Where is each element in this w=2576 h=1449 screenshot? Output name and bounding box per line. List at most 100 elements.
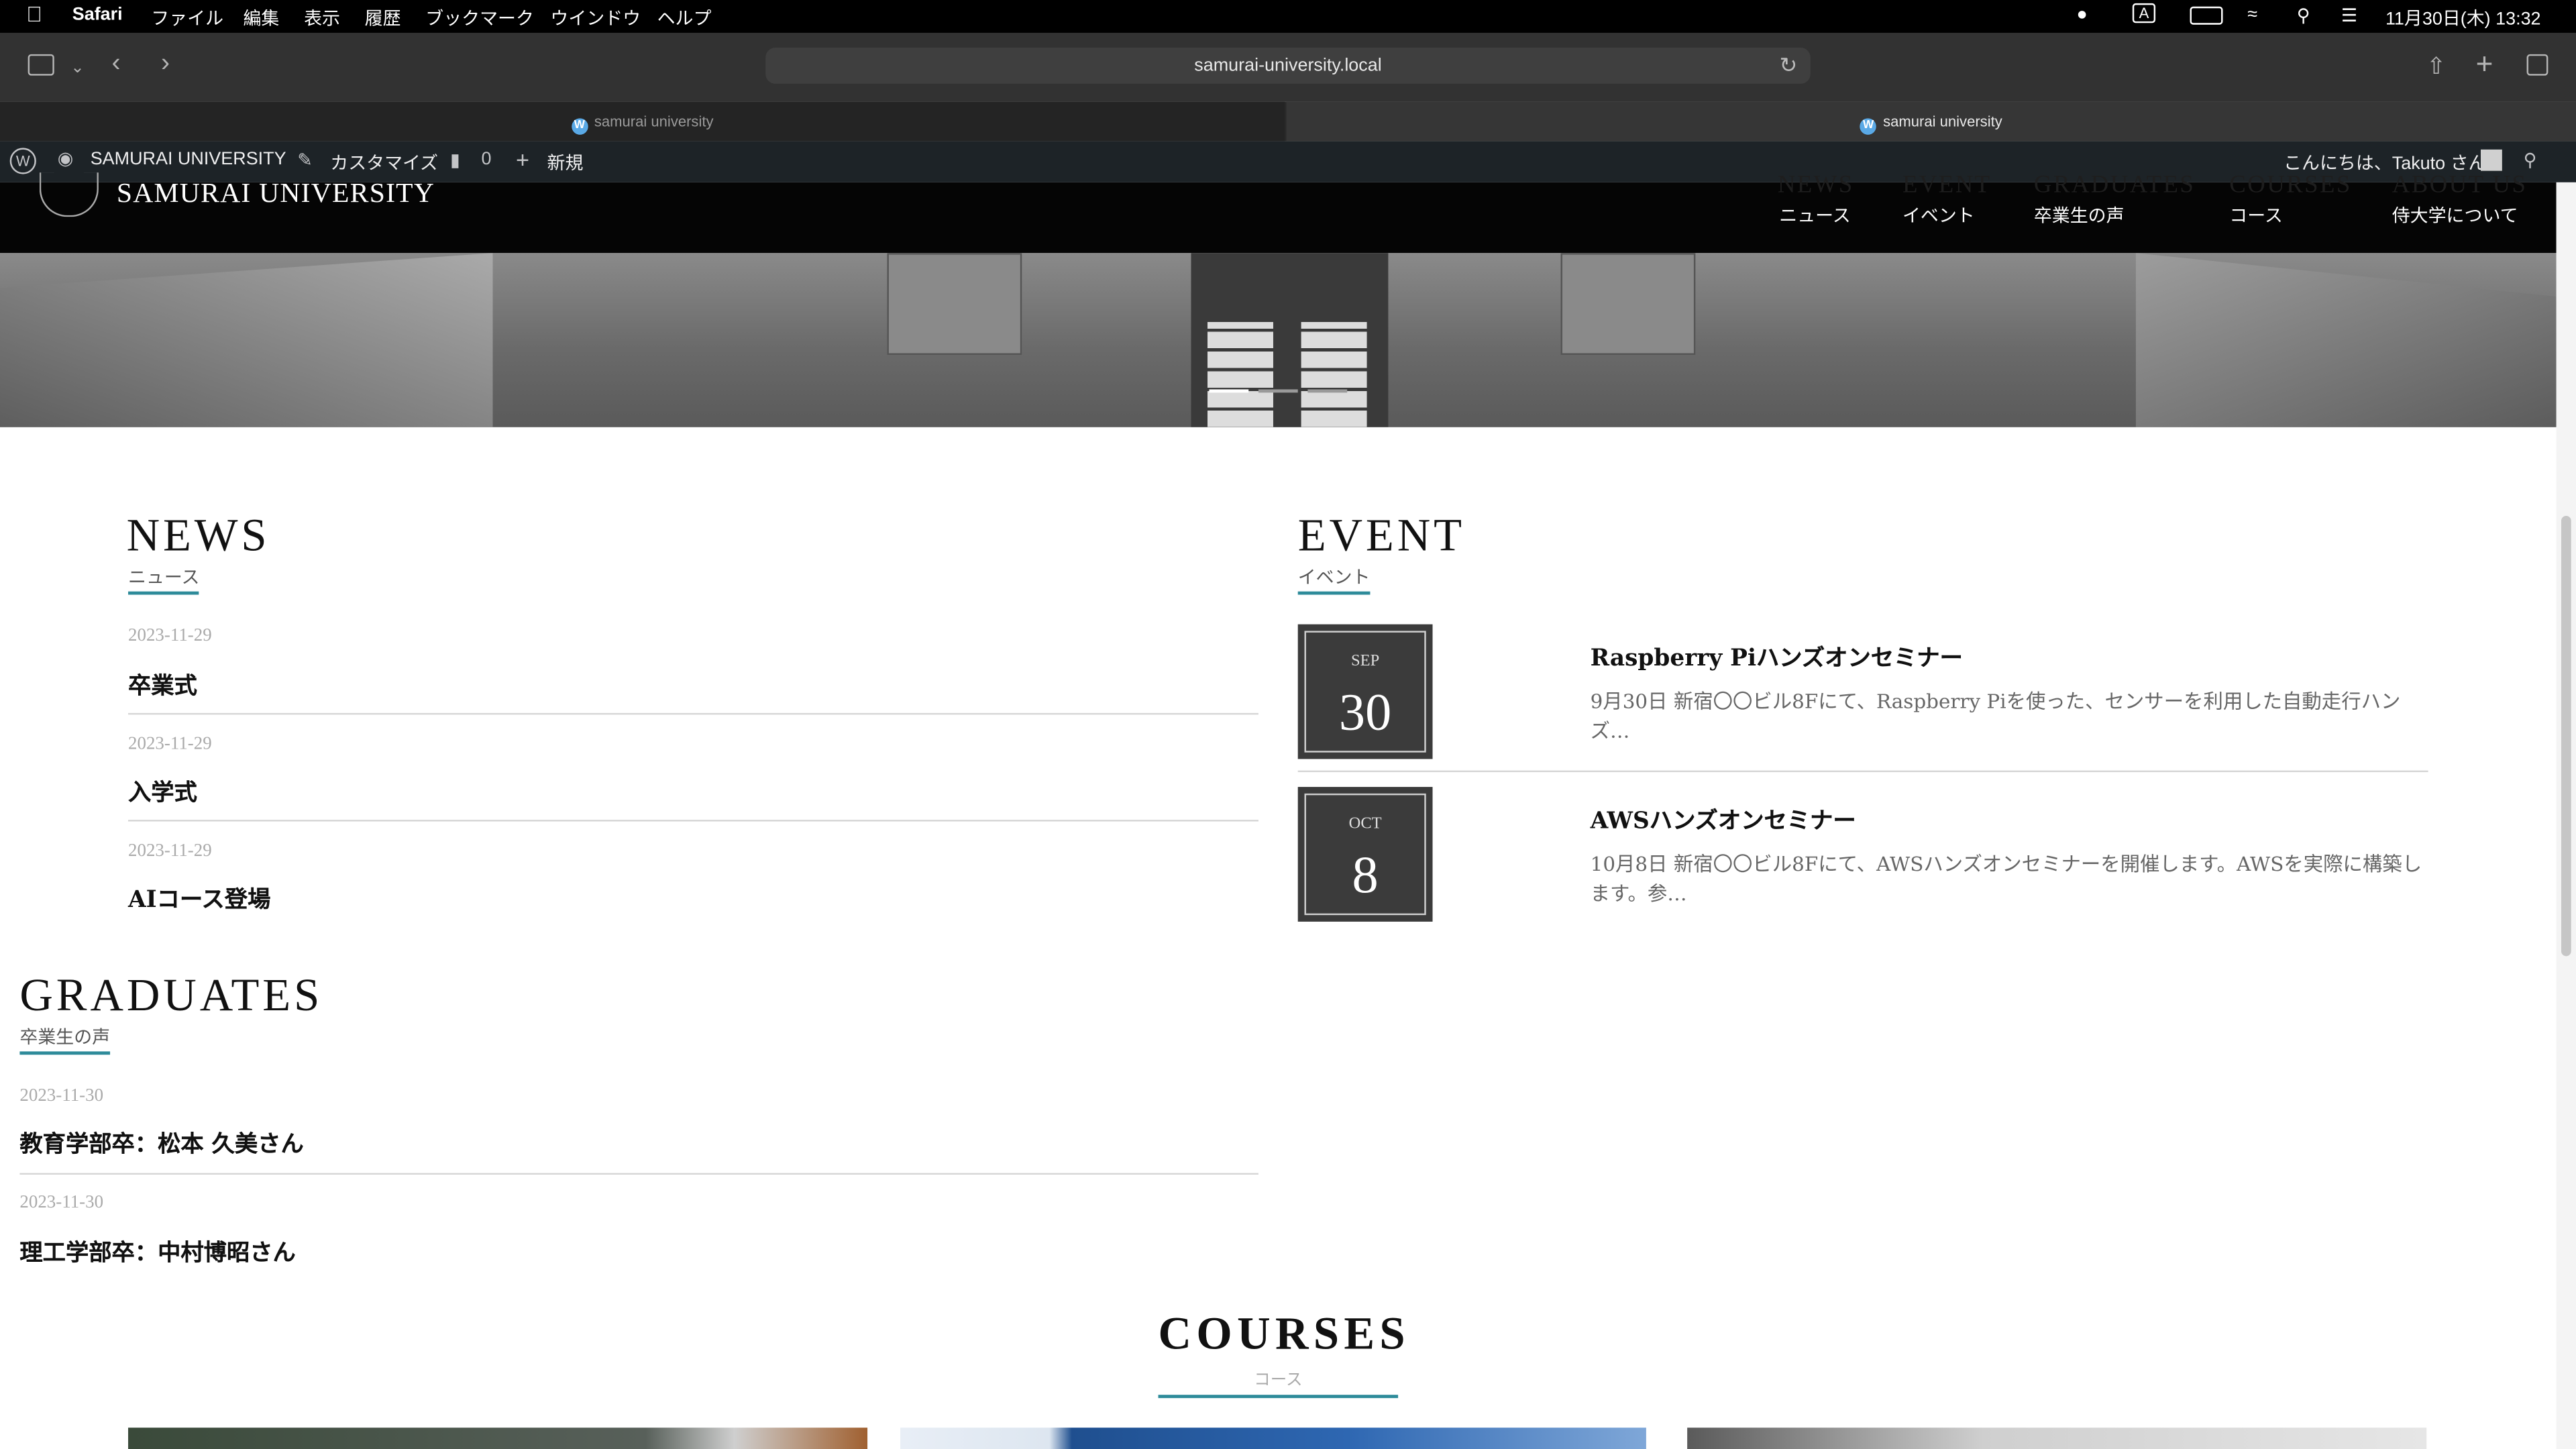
nav-news[interactable]: ニュース	[1779, 202, 1850, 228]
nav-graduates-en: GRADUATES	[2033, 172, 2196, 199]
news-divider	[128, 712, 1258, 715]
tab-2-active[interactable]: Wsamurai university	[1286, 101, 2576, 142]
event-item-desc: 10月8日 新宿〇〇ビル8Fにて、AWSハンズオンセミナーを開催します。AWSを…	[1590, 853, 2422, 906]
admin-customize[interactable]: カスタマイズ	[330, 150, 438, 176]
reload-icon[interactable]: ↻	[1779, 48, 1797, 84]
address-bar[interactable]: samurai-university.local ↻	[765, 48, 1811, 84]
hero-slider[interactable]	[0, 253, 2557, 427]
menu-app-name[interactable]: Safari	[72, 5, 123, 24]
avatar[interactable]	[2480, 149, 2502, 171]
news-section-title: NEWS	[126, 511, 270, 562]
tab-1[interactable]: Wsamurai university	[0, 101, 1285, 142]
address-bar-text: samurai-university.local	[1194, 56, 1382, 76]
page-scrollbar-thumb[interactable]	[2561, 515, 2571, 957]
event-date-frame: SEP 30	[1304, 631, 1426, 753]
graduates-section-title: GRADUATES	[19, 971, 323, 1022]
slider-dot-2[interactable]	[1258, 389, 1298, 393]
graduate-item-title[interactable]: 理工学部卒：中村博昭さん	[19, 1236, 295, 1269]
news-item-date: 2023-11-29	[128, 841, 212, 861]
hero-door-glass-left	[1208, 322, 1273, 427]
wordpress-logo-icon[interactable]: W	[9, 148, 36, 174]
courses-section-title: COURSES	[1158, 1309, 1410, 1360]
admin-site-name[interactable]: SAMURAI UNIVERSITY	[91, 150, 286, 169]
event-date-box[interactable]: OCT 8	[1297, 787, 1433, 922]
nav-event-en: EVENT	[1902, 172, 1992, 199]
event-item-title[interactable]: AWSハンズオンセミナー	[1591, 804, 1856, 837]
brush-icon: ✎	[297, 151, 313, 171]
hero-window-right	[1560, 253, 1696, 355]
control-center-icon[interactable]: ☰	[2341, 5, 2357, 26]
news-item-title[interactable]: 入学式	[128, 775, 197, 808]
event-divider	[1297, 770, 2428, 773]
macos-menu-bar:  Safari ファイル 編集 表示 履歴 ブックマーク ウインドウ ヘルプ …	[0, 0, 2576, 33]
dashboard-icon[interactable]: ◉	[58, 148, 74, 169]
admin-search-icon[interactable]: ⚲	[2524, 150, 2537, 170]
menu-view[interactable]: 表示	[304, 5, 340, 31]
menu-help[interactable]: ヘルプ	[657, 5, 712, 31]
event-item-title[interactable]: Raspberry Piハンズオンセミナー	[1591, 641, 1963, 674]
menu-edit[interactable]: 編集	[243, 5, 279, 31]
event-section-subtitle: イベント	[1297, 567, 1371, 595]
course-card-2[interactable]	[900, 1428, 1646, 1449]
nav-about-en: ABOUT US	[2392, 172, 2528, 199]
courses-section-subtitle: コース	[1158, 1365, 1399, 1399]
course-card-3[interactable]	[1687, 1428, 2427, 1449]
tab-bar: Wsamurai university Wsamurai university	[0, 101, 2576, 142]
nav-courses-en: COURSES	[2229, 172, 2352, 199]
nav-news-en: NEWS	[1777, 172, 1854, 199]
plus-icon: +	[515, 146, 530, 173]
browser-toolbar: ⌄ ‹ › samurai-university.local ↻ ⇧ +	[0, 32, 2576, 102]
apple-icon[interactable]: 	[26, 1, 42, 26]
screen-record-icon[interactable]: ●	[2077, 5, 2088, 24]
news-item-date: 2023-11-29	[128, 626, 212, 646]
back-icon[interactable]: ‹	[112, 50, 121, 77]
news-section-subtitle: ニュース	[128, 567, 200, 595]
sidebar-toggle-icon[interactable]	[28, 54, 54, 76]
menu-bookmarks[interactable]: ブックマーク	[425, 5, 534, 31]
tab-label: samurai university	[594, 113, 714, 130]
nav-graduates[interactable]: 卒業生の声	[2034, 202, 2125, 228]
nav-about[interactable]: 侍大学について	[2392, 202, 2518, 228]
event-day: 8	[1352, 844, 1379, 904]
event-date-box[interactable]: SEP 30	[1297, 624, 1433, 759]
event-month: OCT	[1348, 814, 1382, 833]
new-tab-icon[interactable]: +	[2476, 49, 2493, 78]
site-logo-text[interactable]: SAMURAI UNIVERSITY	[117, 177, 435, 210]
admin-new[interactable]: 新規	[547, 150, 584, 176]
hero-door-glass-right	[1301, 322, 1367, 427]
news-item-title[interactable]: 卒業式	[128, 669, 197, 702]
tab-label: samurai university	[1883, 113, 2002, 130]
tab-overview-icon[interactable]	[2526, 54, 2548, 76]
news-item-title[interactable]: AIコース登場	[128, 882, 270, 915]
menu-history[interactable]: 履歴	[365, 5, 401, 31]
menu-window[interactable]: ウインドウ	[550, 5, 641, 31]
comment-icon[interactable]: ▮	[450, 150, 460, 170]
input-source-icon[interactable]: A	[2132, 3, 2156, 23]
menu-clock[interactable]: 11月30日(木) 13:32	[2385, 5, 2541, 31]
forward-icon[interactable]: ›	[161, 50, 170, 77]
wifi-icon[interactable]: ≈	[2247, 5, 2257, 24]
slider-dot-1[interactable]	[1209, 389, 1249, 393]
event-item-desc: 9月30日 新宿〇〇ビル8Fにて、Raspberry Piを使った、センサーを利…	[1590, 690, 2401, 743]
nav-event[interactable]: イベント	[1902, 202, 1975, 228]
slider-dot-3[interactable]	[1307, 389, 1348, 393]
graduates-section-subtitle: 卒業生の声	[19, 1027, 111, 1055]
share-icon[interactable]: ⇧	[2426, 52, 2446, 78]
comment-count[interactable]: 0	[482, 150, 492, 169]
event-day: 30	[1338, 682, 1392, 741]
wordpress-icon: W	[1860, 118, 1877, 135]
graduate-item-title[interactable]: 教育学部卒：松本 久美さん	[19, 1127, 303, 1160]
nav-courses[interactable]: コース	[2229, 202, 2282, 228]
graduate-item-date: 2023-11-30	[19, 1085, 104, 1106]
event-month: SEP	[1350, 652, 1380, 671]
site-header: SAMURAI UNIVERSITY NEWS ニュース EVENT イベント …	[0, 172, 2557, 254]
spotlight-search-icon[interactable]: ⚲	[2297, 5, 2310, 26]
hero-window-left	[887, 253, 1022, 355]
university-crest-icon	[39, 172, 99, 217]
menu-file[interactable]: ファイル	[151, 5, 223, 31]
battery-icon[interactable]	[2190, 6, 2223, 25]
wordpress-icon: W	[571, 118, 588, 135]
chevron-down-icon[interactable]: ⌄	[70, 56, 85, 82]
graduate-item-date: 2023-11-30	[19, 1192, 104, 1213]
course-card-1[interactable]	[128, 1428, 868, 1449]
